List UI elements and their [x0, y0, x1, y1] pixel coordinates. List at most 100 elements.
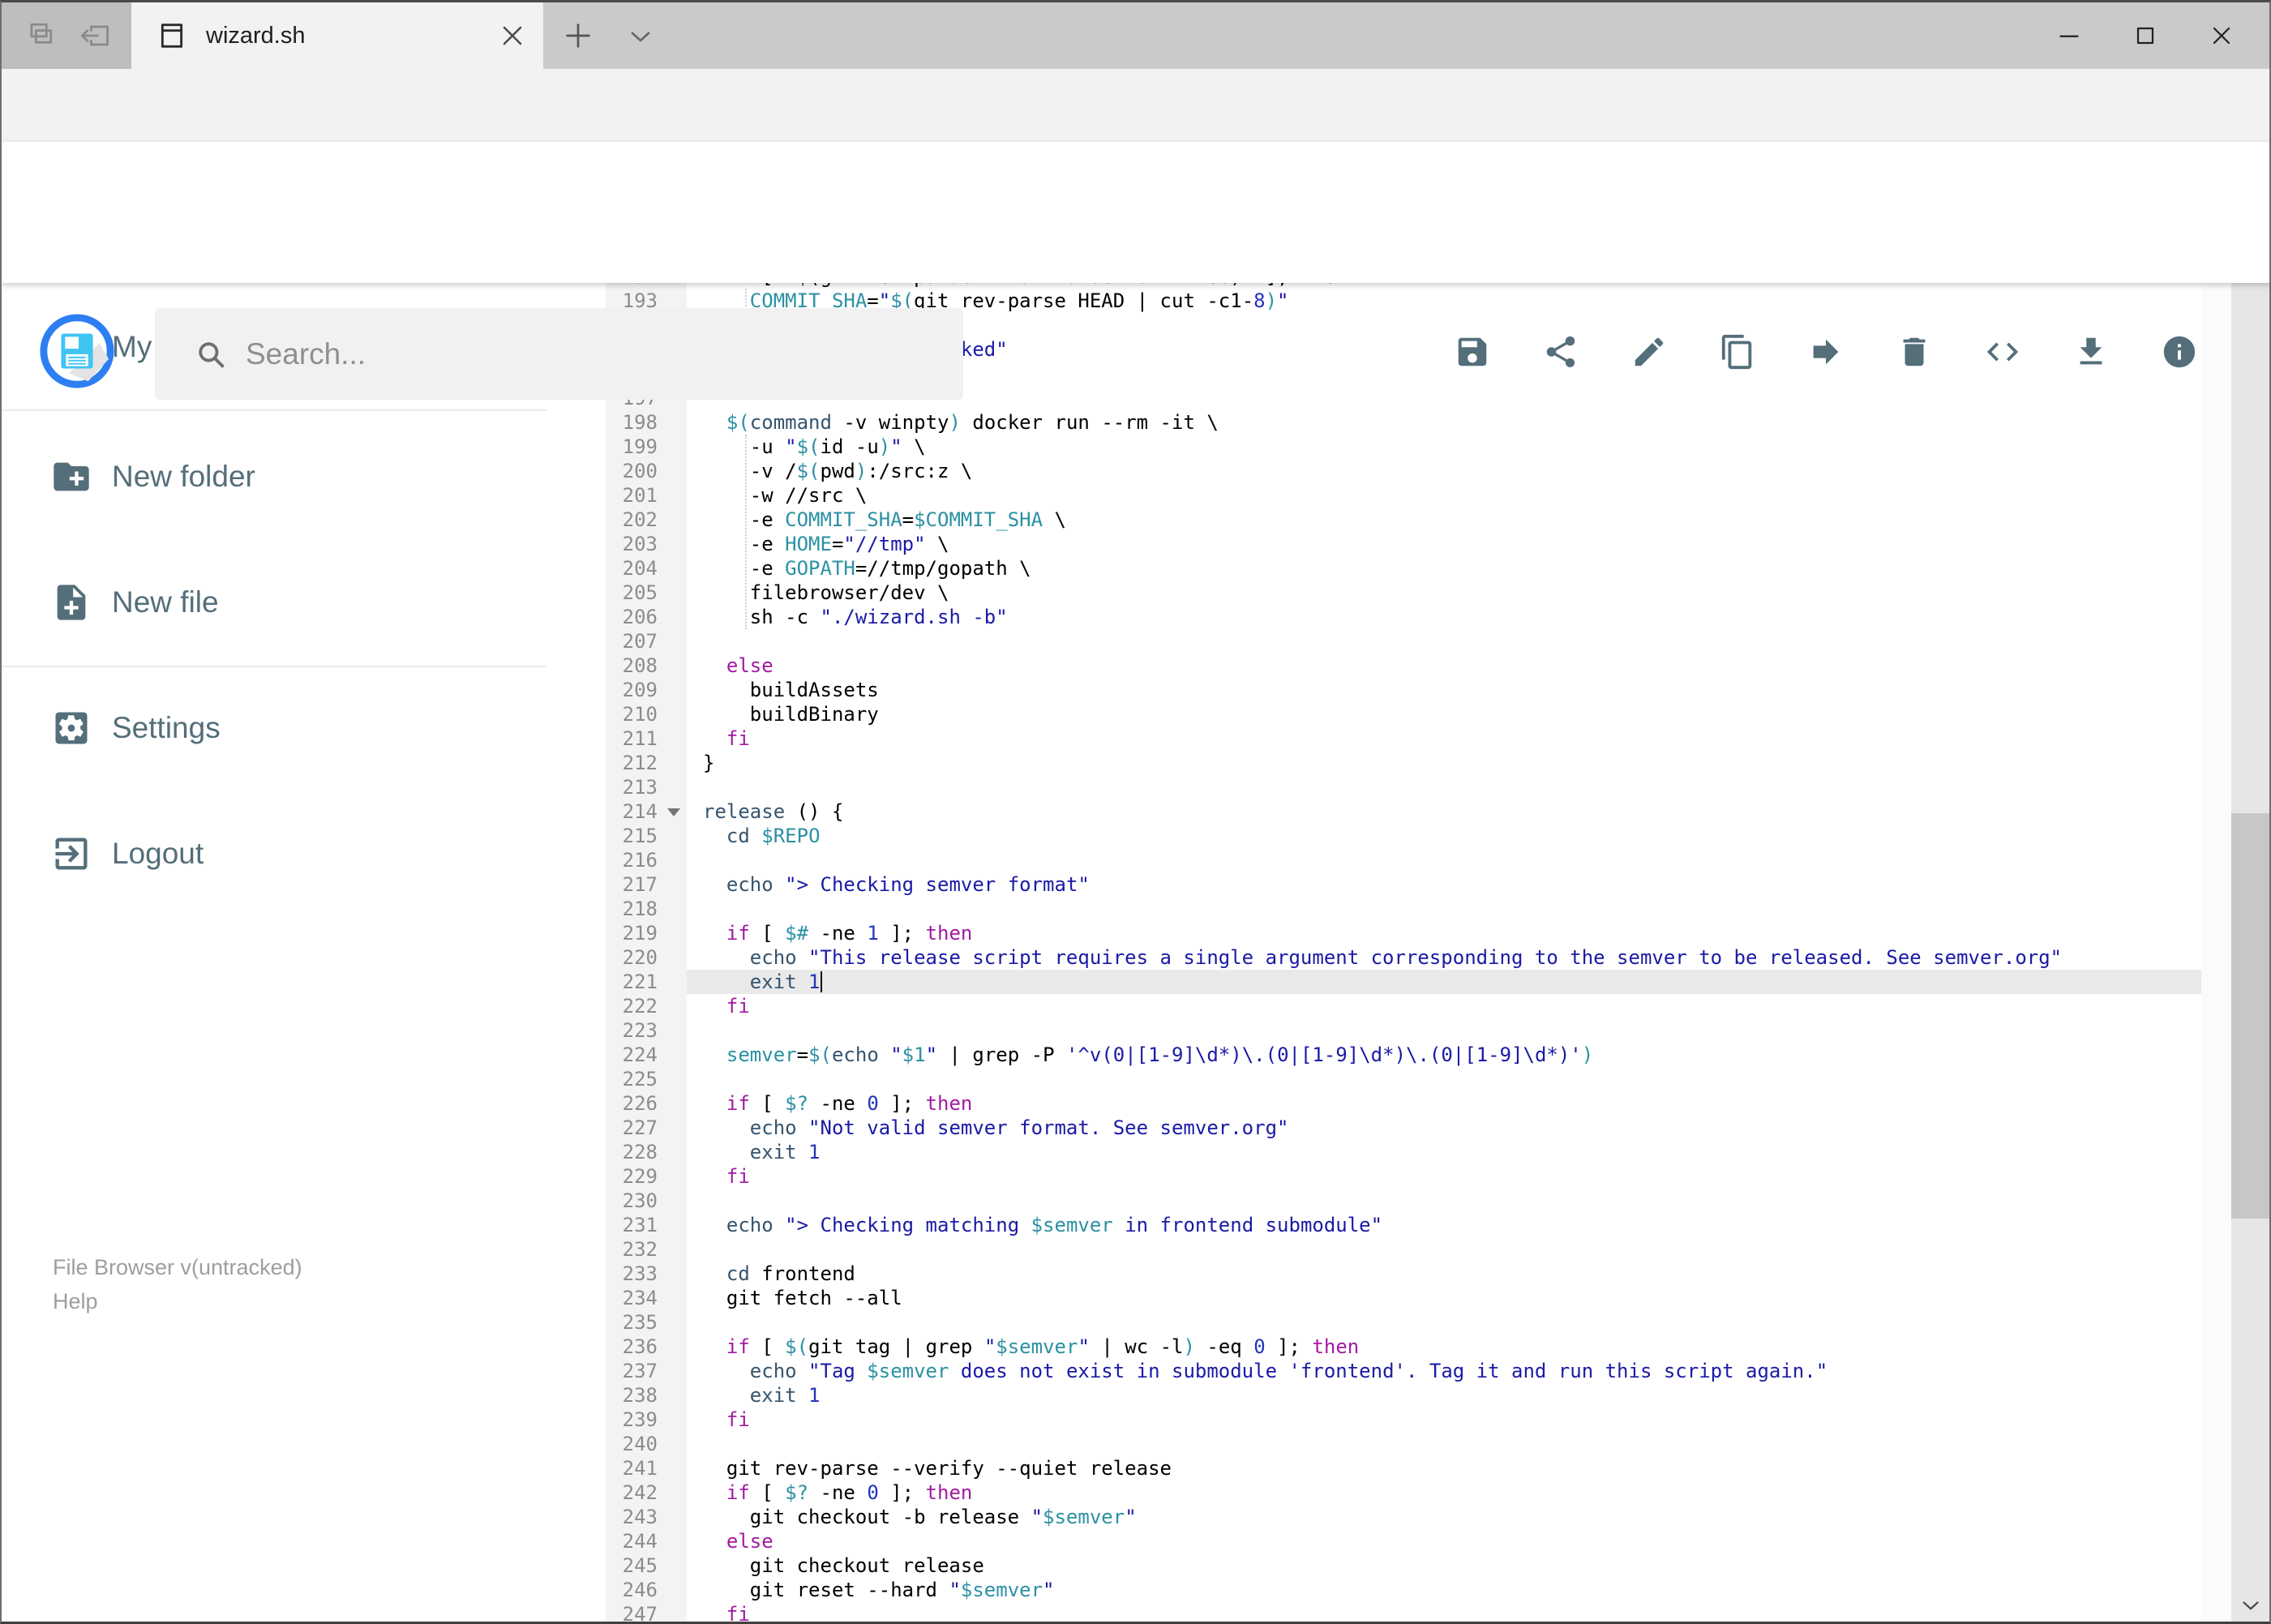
code-line[interactable]: 245 git checkout release — [599, 1553, 2233, 1578]
code-line[interactable]: 213 — [599, 775, 2233, 799]
line-number[interactable]: 204 — [606, 556, 687, 581]
line-number[interactable]: 217 — [606, 872, 687, 897]
close-window-button[interactable] — [2183, 2, 2260, 69]
code-line[interactable]: 200 -v /$(pwd):/src:z \ — [599, 459, 2233, 483]
line-number[interactable]: 213 — [606, 775, 687, 799]
search-input[interactable] — [246, 336, 963, 371]
tab-preview-icon[interactable] — [22, 18, 58, 54]
code-line[interactable]: 225 — [599, 1067, 2233, 1091]
download-button[interactable] — [2072, 333, 2110, 371]
code-line[interactable]: 241 git rev-parse --verify --quiet relea… — [599, 1456, 2233, 1480]
line-number[interactable]: 220 — [606, 945, 687, 970]
line-number[interactable]: 244 — [606, 1529, 687, 1553]
code-line[interactable]: 209 buildAssets — [599, 678, 2233, 702]
info-button[interactable] — [2161, 333, 2198, 371]
code-button[interactable] — [1984, 333, 2021, 371]
help-link[interactable]: Help — [53, 1284, 302, 1318]
code-line[interactable]: 215 cd $REPO — [599, 824, 2233, 848]
code-line[interactable]: 201 -w //src \ — [599, 483, 2233, 508]
code-line[interactable]: 198 $(command -v winpty) docker run --rm… — [599, 410, 2233, 435]
maximize-button[interactable] — [2107, 2, 2183, 69]
code-line[interactable]: 203 -e HOME="//tmp" \ — [599, 532, 2233, 556]
line-number[interactable]: 223 — [606, 1018, 687, 1043]
line-number[interactable]: 229 — [606, 1164, 687, 1189]
line-number[interactable]: 210 — [606, 702, 687, 726]
line-number[interactable]: 236 — [606, 1335, 687, 1359]
line-number[interactable]: 215 — [606, 824, 687, 848]
code-line[interactable]: 230 — [599, 1189, 2233, 1213]
edit-button[interactable] — [1630, 333, 1668, 371]
fold-marker-icon[interactable] — [667, 808, 680, 816]
code-line[interactable]: 242 if [ $? -ne 0 ]; then — [599, 1480, 2233, 1505]
code-line[interactable]: 240 — [599, 1432, 2233, 1456]
code-line[interactable]: 204 -e GOPATH=//tmp/gopath \ — [599, 556, 2233, 581]
code-line[interactable]: 214 release () { — [599, 799, 2233, 824]
move-button[interactable] — [1807, 333, 1845, 371]
sidebar-item-new-file[interactable]: New file — [2, 563, 599, 641]
scrollbar-thumb[interactable] — [2231, 813, 2269, 1219]
line-number[interactable]: 206 — [606, 605, 687, 629]
line-number[interactable]: 233 — [606, 1262, 687, 1286]
code-line[interactable]: 239 fi — [599, 1408, 2233, 1432]
code-line[interactable]: 210 buildBinary — [599, 702, 2233, 726]
code-line[interactable]: 222 fi — [599, 994, 2233, 1018]
delete-button[interactable] — [1896, 333, 1933, 371]
line-number[interactable]: 211 — [606, 726, 687, 751]
code-line[interactable]: 206 sh -c "./wizard.sh -b" — [599, 605, 2233, 629]
page-scrollbar[interactable] — [2231, 142, 2269, 1622]
line-number[interactable]: 209 — [606, 678, 687, 702]
code-line[interactable]: 221 exit 1 — [599, 970, 2233, 994]
line-number[interactable]: 243 — [606, 1505, 687, 1529]
code-line[interactable]: 226 if [ $? -ne 0 ]; then — [599, 1091, 2233, 1116]
code-line[interactable]: 236 if [ $(git tag | grep "$semver" | wc… — [599, 1335, 2233, 1359]
share-button[interactable] — [1542, 333, 1579, 371]
line-number[interactable]: 207 — [606, 629, 687, 653]
code-line[interactable]: 224 semver=$(echo "$1" | grep -P '^v(0|[… — [599, 1043, 2233, 1067]
code-line[interactable]: 223 — [599, 1018, 2233, 1043]
minimize-button[interactable] — [2031, 2, 2107, 69]
copy-button[interactable] — [1719, 333, 1756, 371]
filebrowser-logo-icon[interactable] — [39, 313, 115, 389]
search-box[interactable] — [155, 308, 963, 400]
browser-tab[interactable]: wizard.sh — [131, 2, 543, 69]
code-line[interactable]: 228 exit 1 — [599, 1140, 2233, 1164]
line-number[interactable]: 241 — [606, 1456, 687, 1480]
save-button[interactable] — [1454, 333, 1491, 371]
tab-list-chevron-icon[interactable] — [624, 20, 657, 53]
line-number[interactable]: 235 — [606, 1310, 687, 1335]
line-number[interactable]: 245 — [606, 1553, 687, 1578]
code-line[interactable]: 235 — [599, 1310, 2233, 1335]
line-number[interactable]: 230 — [606, 1189, 687, 1213]
code-line[interactable]: 246 git reset --hard "$semver" — [599, 1578, 2233, 1602]
code-line[interactable]: 218 — [599, 897, 2233, 921]
code-line[interactable]: 219 if [ $# -ne 1 ]; then — [599, 921, 2233, 945]
line-number[interactable]: 201 — [606, 483, 687, 508]
code-line[interactable]: 229 fi — [599, 1164, 2233, 1189]
code-line[interactable]: 211 fi — [599, 726, 2233, 751]
line-number[interactable]: 240 — [606, 1432, 687, 1456]
line-number[interactable]: 219 — [606, 921, 687, 945]
line-number[interactable]: 228 — [606, 1140, 687, 1164]
sidebar-item-new-folder[interactable]: New folder — [2, 438, 599, 516]
line-number[interactable]: 208 — [606, 653, 687, 678]
code-line[interactable]: 227 echo "Not valid semver format. See s… — [599, 1116, 2233, 1140]
code-line[interactable]: 247 fi — [599, 1602, 2233, 1622]
line-number[interactable]: 216 — [606, 848, 687, 872]
code-line[interactable]: 212} — [599, 751, 2233, 775]
code-line[interactable]: 207 — [599, 629, 2233, 653]
line-number[interactable]: 234 — [606, 1286, 687, 1310]
line-number[interactable]: 221 — [606, 970, 687, 994]
new-tab-button[interactable] — [559, 17, 597, 54]
line-number[interactable]: 192 — [606, 283, 687, 289]
code-line[interactable]: 208 else — [599, 653, 2233, 678]
line-number[interactable]: 222 — [606, 994, 687, 1018]
line-number[interactable]: 202 — [606, 508, 687, 532]
code-line[interactable]: 192 if [ "$(git rev-parse --is-inside-wo… — [599, 283, 2233, 289]
code-line[interactable]: 237 echo "Tag $semver does not exist in … — [599, 1359, 2233, 1383]
line-number[interactable]: 203 — [606, 532, 687, 556]
line-number[interactable]: 225 — [606, 1067, 687, 1091]
line-number[interactable]: 224 — [606, 1043, 687, 1067]
sidebar-item-settings[interactable]: Settings — [2, 689, 599, 767]
line-number[interactable]: 242 — [606, 1480, 687, 1505]
code-line[interactable]: 199 -u "$(id -u)" \ — [599, 435, 2233, 459]
